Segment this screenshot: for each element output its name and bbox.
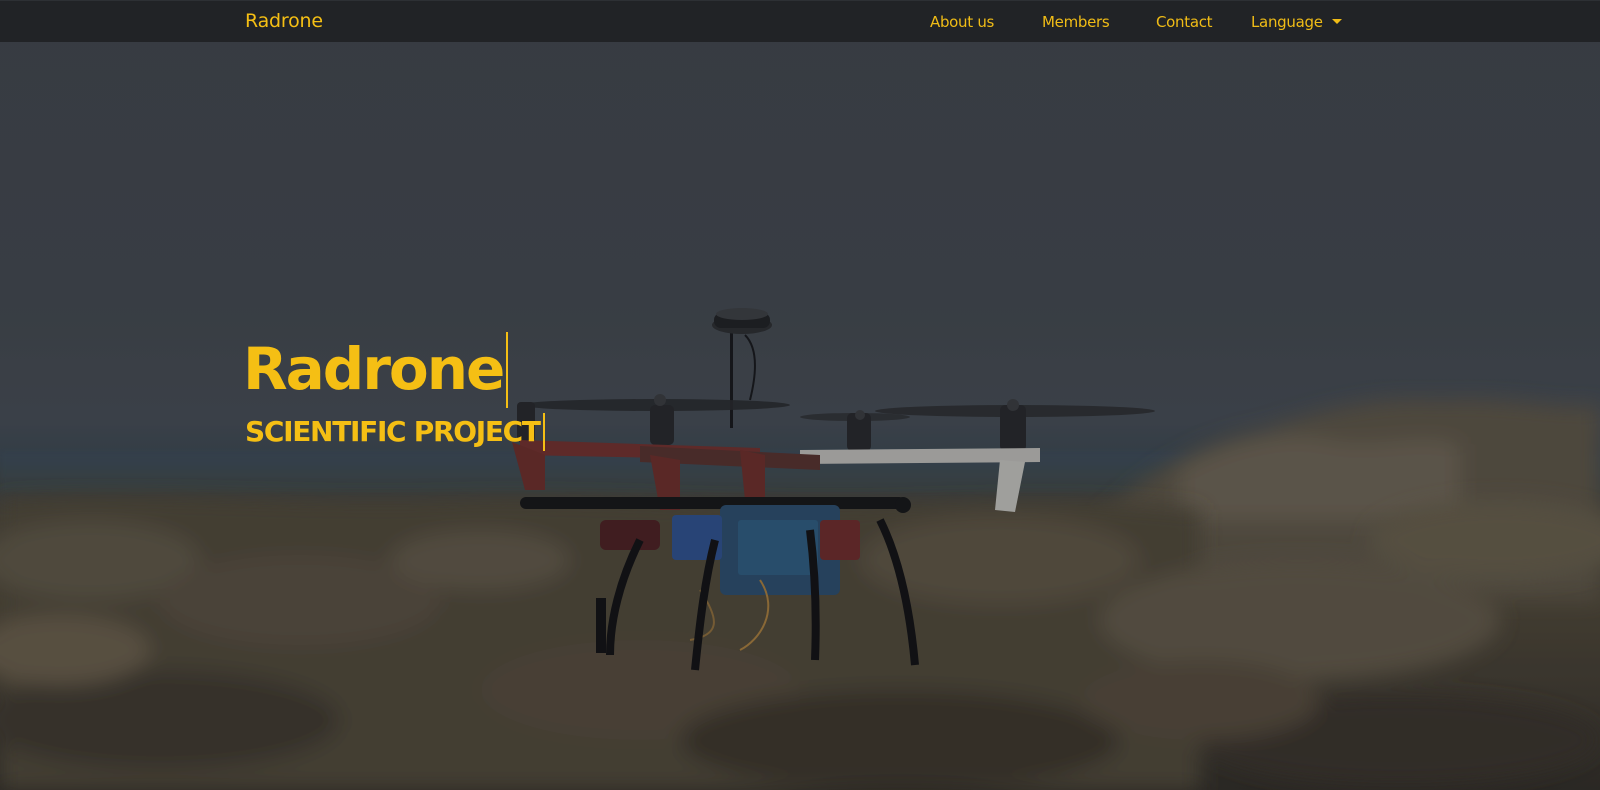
nav-links: About us Members Contact Language — [0, 1, 1600, 43]
typing-cursor — [506, 332, 509, 408]
chevron-down-icon — [1331, 19, 1342, 24]
page: Radrone About us Members Contact Languag… — [0, 0, 1600, 790]
hero-title: Radrone — [243, 330, 509, 408]
language-dropdown-toggle[interactable]: Language — [1251, 13, 1342, 31]
hero-subtitle: SCIENTIFIC PROJECT — [245, 413, 545, 451]
hero-overlay — [0, 0, 1600, 790]
nav-link-contact[interactable]: Contact — [1156, 13, 1213, 31]
language-dropdown-label: Language — [1251, 13, 1323, 31]
typing-cursor — [542, 413, 545, 451]
navbar: Radrone About us Members Contact Languag… — [0, 0, 1600, 42]
nav-link-about-us[interactable]: About us — [930, 13, 994, 31]
hero-section — [0, 0, 1600, 790]
hero-subtitle-text: SCIENTIFIC PROJECT — [245, 415, 541, 448]
nav-link-members[interactable]: Members — [1042, 13, 1110, 31]
hero-title-text: Radrone — [243, 335, 505, 403]
